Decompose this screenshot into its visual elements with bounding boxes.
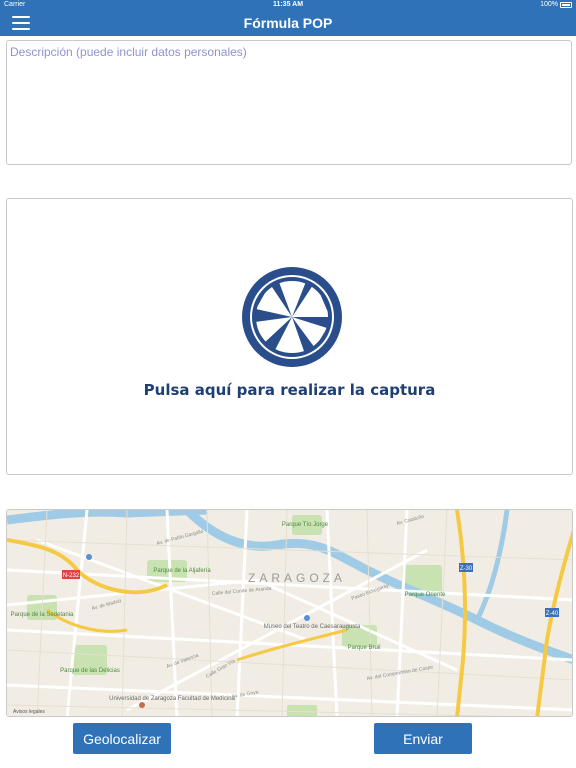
map-canvas[interactable]: N-232 Z-30 Z-40 ZARAGOZA Parque Tío Jorg… [7,510,573,717]
road-shield-z40: Z-40 [546,611,559,617]
map-place: Parque Tío Jorge [282,522,329,528]
road-shield-n232: N-232 [63,573,80,579]
map-place: Parque Oriente [405,592,446,598]
geolocate-button[interactable]: Geolocalizar [73,723,171,754]
map-place: Universidad de Zaragoza Facultad de Medi… [109,696,235,702]
battery-icon [560,2,572,8]
map-marker-icon[interactable] [86,554,92,560]
description-input[interactable] [6,40,572,165]
map-city-label: ZARAGOZA [248,571,346,585]
road-shield-z30: Z-30 [460,566,473,572]
battery-percent: 100% [540,1,558,8]
map-place: Parque Bruil [347,645,380,651]
nav-bar: Fórmula POP [0,11,576,36]
map-place: Parque de las Delicias [60,668,120,674]
page-title: Fórmula POP [243,15,333,31]
map-place: Museo del Teatro de Caesaraugusta [264,624,361,630]
send-button[interactable]: Enviar [374,723,472,754]
map-view[interactable]: N-232 Z-30 Z-40 ZARAGOZA Parque Tío Jorg… [6,509,573,717]
map-place: Parque de la Sedetania [11,612,74,618]
capture-label: Pulsa aquí para realizar la captura [143,381,436,399]
map-legal-link[interactable]: Avisos legales [13,709,45,715]
map-marker-icon[interactable] [139,702,145,708]
map-marker-icon[interactable] [304,615,310,621]
map-place: Parque de la Aljafería [153,568,211,574]
status-bar: Carrier 11:35 AM 100% [0,0,576,11]
status-time: 11:35 AM [272,1,304,8]
capture-area[interactable]: Pulsa aquí para realizar la captura [6,198,573,475]
camera-aperture-icon [242,267,342,367]
